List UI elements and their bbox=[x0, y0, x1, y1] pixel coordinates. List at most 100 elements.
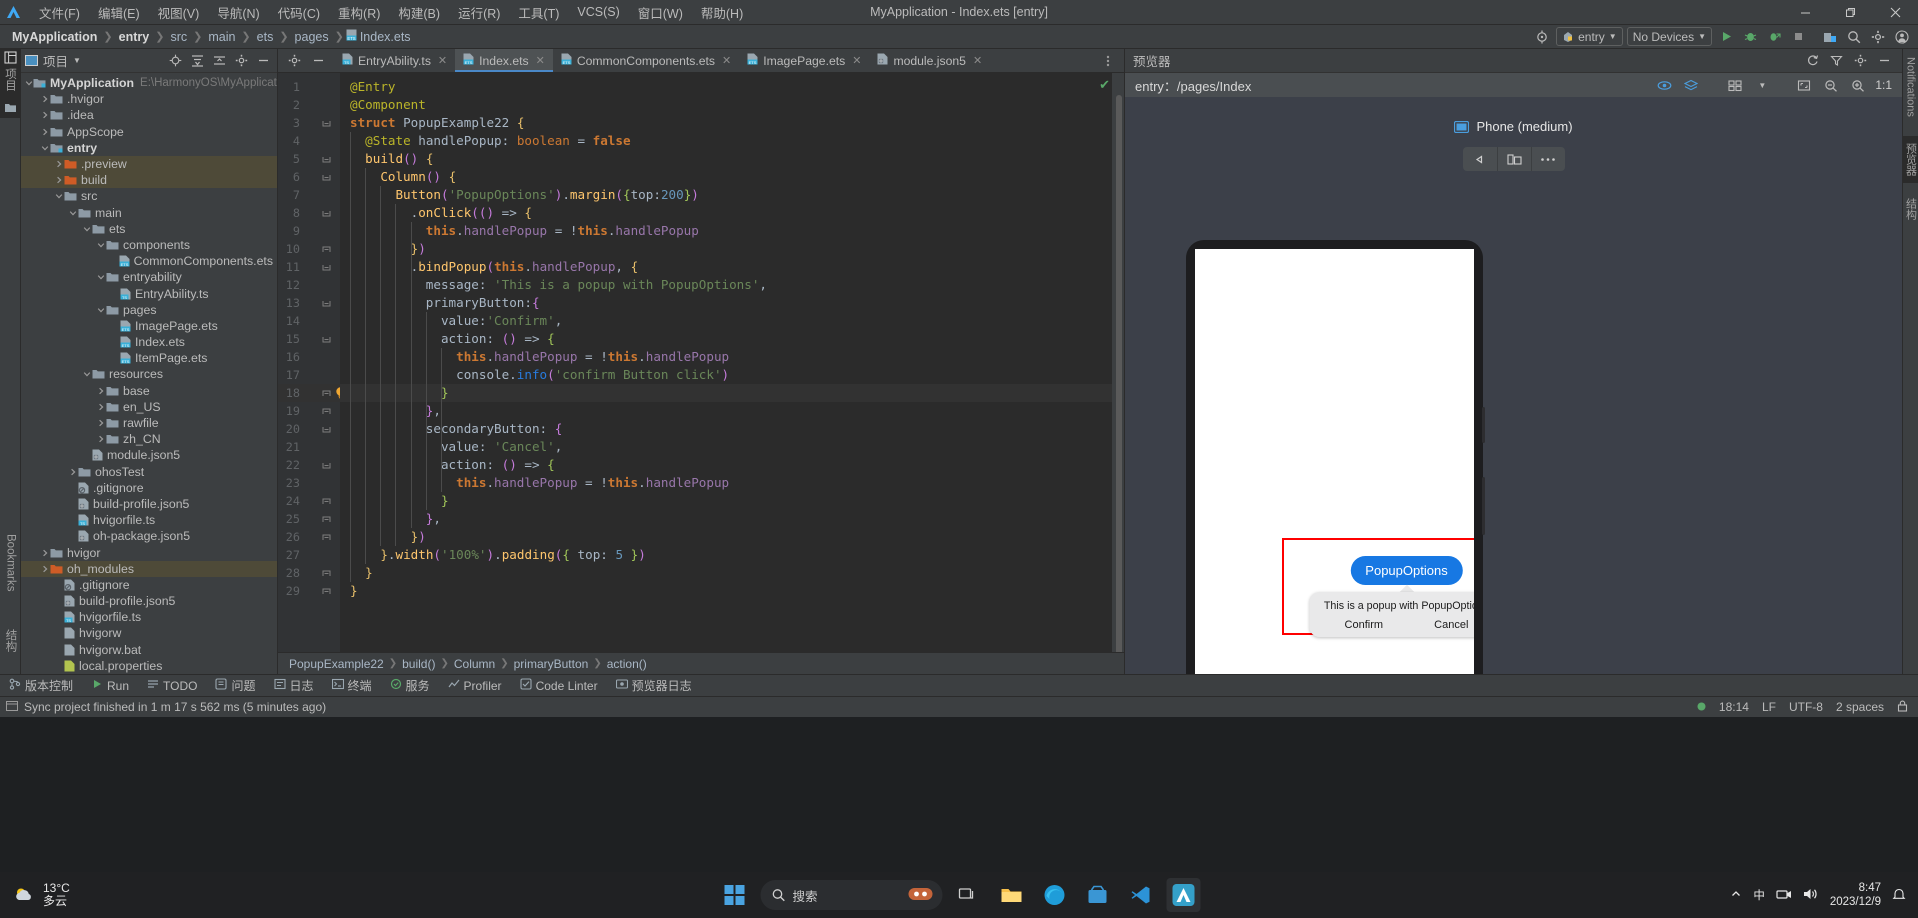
chevron-up-icon[interactable] bbox=[1730, 888, 1742, 903]
explorer-icon[interactable] bbox=[995, 878, 1029, 912]
close-icon[interactable]: ✕ bbox=[438, 54, 447, 67]
tree-arrow-icon[interactable] bbox=[53, 176, 64, 184]
tree-item-hvigorfile-ts[interactable]: TS hvigorfile.ts bbox=[21, 512, 277, 528]
bc-primary-button[interactable]: primaryButton bbox=[511, 657, 592, 671]
code-fold-icon[interactable] bbox=[322, 245, 331, 254]
status-encoding[interactable]: UTF-8 bbox=[1789, 700, 1823, 714]
tree-item--gitignore[interactable]: .gitignore bbox=[21, 577, 277, 593]
tree-item-oh-modules[interactable]: oh_modules bbox=[21, 560, 277, 577]
popup-options-button[interactable]: PopupOptions bbox=[1350, 556, 1463, 585]
breadcrumb[interactable]: MyApplication ❯ entry ❯ src ❯ main ❯ ets… bbox=[8, 29, 411, 45]
popup-confirm-button[interactable]: Confirm bbox=[1345, 619, 1384, 631]
tree-item--preview[interactable]: .preview bbox=[21, 155, 277, 173]
account-icon[interactable] bbox=[1892, 27, 1912, 47]
menu-tools[interactable]: 工具(T) bbox=[509, 0, 568, 25]
tree-item-hvigorw-bat[interactable]: hvigorw.bat bbox=[21, 642, 277, 658]
taskview-icon[interactable] bbox=[952, 878, 986, 912]
bc-action[interactable]: action() bbox=[604, 657, 650, 671]
strip-item-project[interactable]: 项目 bbox=[0, 49, 20, 98]
eye-icon[interactable] bbox=[1654, 75, 1674, 95]
tool-window--[interactable]: 预览器日志 bbox=[607, 675, 701, 697]
tool-window-code-linter[interactable]: Code Linter bbox=[511, 675, 607, 697]
tree-item-hvigorfile-ts[interactable]: TS hvigorfile.ts bbox=[21, 609, 277, 625]
code-fold-icon[interactable] bbox=[322, 497, 331, 506]
ime-lang-indicator[interactable]: 中 bbox=[1753, 887, 1765, 903]
device-selector[interactable]: No Devices ▼ bbox=[1626, 27, 1712, 46]
editor-code[interactable]: @Entry @Component struct PopupExample22 {@… bbox=[340, 73, 1124, 674]
code-fold-icon[interactable] bbox=[322, 119, 331, 128]
editor-tab-index-ets[interactable]: ETS Index.ets ✕ bbox=[455, 49, 553, 72]
close-icon[interactable]: ✕ bbox=[536, 54, 545, 67]
code-fold-icon[interactable] bbox=[322, 173, 331, 182]
windows-taskbar[interactable]: 13°C 多云 搜索 中 8:47 2023/12/9 bbox=[0, 872, 1918, 918]
tree-item-entry[interactable]: entry bbox=[21, 140, 277, 156]
breadcrumb-pages[interactable]: pages bbox=[291, 29, 333, 45]
notification-bell-icon[interactable] bbox=[1892, 887, 1906, 904]
right-tool-strip[interactable]: Notifications 预览器 结构 bbox=[1902, 49, 1918, 674]
tree-item-base[interactable]: base bbox=[21, 383, 277, 399]
menu-run[interactable]: 运行(R) bbox=[449, 0, 509, 25]
volume-icon[interactable] bbox=[1803, 887, 1819, 904]
tree-item-rawfile[interactable]: rawfile bbox=[21, 415, 277, 431]
copilot-icon[interactable] bbox=[908, 886, 933, 905]
breadcrumb-entry[interactable]: entry bbox=[115, 29, 154, 45]
preview-toolbar[interactable]: ▼ 1:1 bbox=[1654, 75, 1892, 95]
tree-item-components[interactable]: components bbox=[21, 237, 277, 253]
tree-arrow-icon[interactable] bbox=[53, 192, 64, 200]
tree-arrow-icon[interactable] bbox=[81, 370, 92, 378]
tree-item--gitignore[interactable]: .gitignore bbox=[21, 480, 277, 496]
preview-device-controls[interactable] bbox=[1462, 147, 1565, 171]
tree-arrow-icon[interactable] bbox=[95, 403, 106, 411]
taskbar-center[interactable]: 搜索 bbox=[718, 878, 1201, 912]
tool-window--[interactable]: 终端 bbox=[323, 675, 381, 697]
code-fold-icon[interactable] bbox=[322, 461, 331, 470]
menu-file[interactable]: 文件(F) bbox=[30, 0, 89, 25]
editor-breadcrumb[interactable]: PopupExample22 ❯ build() ❯ Column ❯ prim… bbox=[278, 652, 1124, 674]
strip-item-structure[interactable]: 结构 bbox=[0, 622, 21, 674]
code-fold-icon[interactable] bbox=[322, 587, 331, 596]
grid-icon[interactable] bbox=[1725, 75, 1745, 95]
menu-edit[interactable]: 编辑(E) bbox=[89, 0, 149, 25]
strip-item-bookmarks[interactable]: Bookmarks bbox=[0, 527, 21, 622]
tree-item-oh-package-json5[interactable]: oh-package.json5 bbox=[21, 528, 277, 544]
editor-scrollbar[interactable] bbox=[1116, 95, 1122, 655]
editor-gutter[interactable]: 1 2 3 4 5 6 7 8 9 10 11 12 13 14 15 16 17 18 19 20 21 22 23 24 2… bbox=[278, 73, 345, 674]
tree-item-entryability[interactable]: entryability bbox=[21, 269, 277, 285]
multi-device-icon[interactable] bbox=[1496, 147, 1531, 171]
tree-arrow-icon[interactable] bbox=[95, 419, 106, 427]
code-fold-icon[interactable] bbox=[322, 299, 331, 308]
run-config-selector[interactable]: entry ▼ bbox=[1556, 27, 1623, 46]
filter-icon[interactable] bbox=[1826, 51, 1846, 71]
menu-code[interactable]: 代码(C) bbox=[269, 0, 329, 25]
tree-arrow-icon[interactable] bbox=[39, 95, 50, 103]
settings-gear-icon[interactable] bbox=[284, 51, 304, 71]
preview-zoom-level[interactable]: 1:1 bbox=[1875, 78, 1892, 92]
bc-column[interactable]: Column bbox=[451, 657, 498, 671]
tree-item-resources[interactable]: resources bbox=[21, 366, 277, 382]
menu-help[interactable]: 帮助(H) bbox=[692, 0, 752, 25]
sync-icon[interactable] bbox=[1802, 51, 1822, 71]
tree-arrow-icon[interactable] bbox=[39, 565, 50, 573]
collapse-all-icon[interactable] bbox=[209, 51, 229, 71]
zoom-in-icon[interactable] bbox=[1848, 75, 1868, 95]
code-fold-icon[interactable] bbox=[322, 155, 331, 164]
menu-window[interactable]: 窗口(W) bbox=[629, 0, 692, 25]
breadcrumb-file[interactable]: ETS Index.ets bbox=[346, 29, 411, 44]
tool-window--[interactable]: 问题 bbox=[206, 675, 264, 697]
editor-tab-entryability-ts[interactable]: TS EntryAbility.ts ✕ bbox=[334, 49, 455, 72]
editor-tab-overflow[interactable] bbox=[1098, 49, 1124, 72]
tree-item-commoncomponents-ets[interactable]: ETS CommonComponents.ets bbox=[21, 253, 277, 269]
preview-header-actions[interactable] bbox=[1802, 51, 1894, 71]
editor-tab-tools[interactable] bbox=[278, 49, 334, 72]
settings-gear-icon[interactable] bbox=[1868, 27, 1888, 47]
tree-item-entryability-ts[interactable]: TS EntryAbility.ts bbox=[21, 285, 277, 301]
edge-icon[interactable] bbox=[1038, 878, 1072, 912]
code-fold-icon[interactable] bbox=[322, 515, 331, 524]
tree-item-pages[interactable]: pages bbox=[21, 302, 277, 318]
tree-item-ets[interactable]: ets bbox=[21, 221, 277, 237]
fit-icon[interactable] bbox=[1794, 75, 1814, 95]
editor-tab-commoncomponents-ets[interactable]: ETS CommonComponents.ets ✕ bbox=[553, 49, 739, 72]
menu-view[interactable]: 视图(V) bbox=[149, 0, 209, 25]
editor-tab-module-json5[interactable]: module.json5 ✕ bbox=[869, 49, 990, 72]
tree-item-main[interactable]: main bbox=[21, 205, 277, 221]
